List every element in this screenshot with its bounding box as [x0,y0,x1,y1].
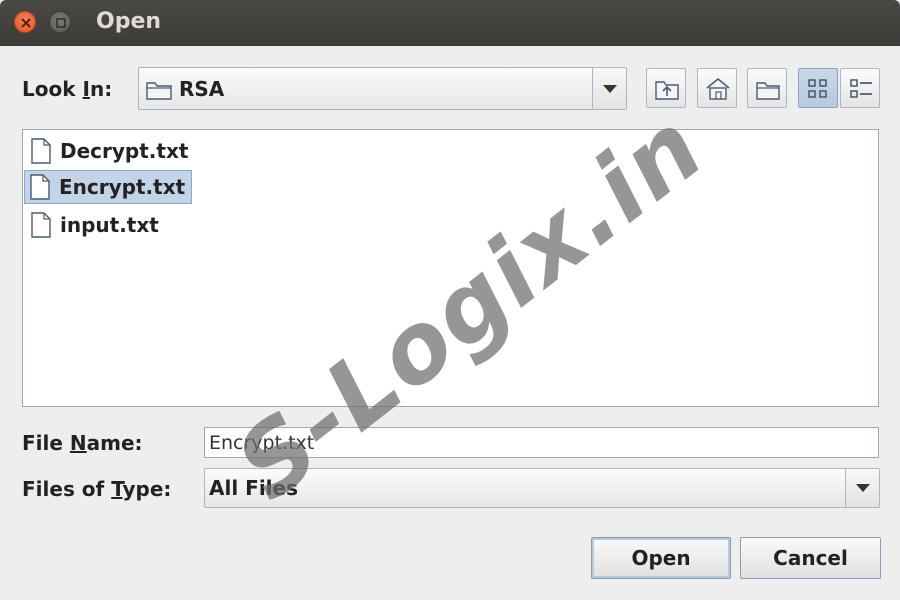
look-in-mnemonic: I [82,77,90,101]
look-in-label: Look In: [22,77,112,101]
list-view-button[interactable] [798,68,838,108]
file-icon [31,212,51,238]
close-button[interactable] [14,11,36,33]
list-view-icon [808,79,827,98]
files-of-type-label-part: ype: [122,477,172,501]
file-name: Decrypt.txt [60,139,189,163]
window-title: Open [96,9,162,34]
file-item-decrypt[interactable]: Decrypt.txt [26,134,194,168]
file-item-input[interactable]: input.txt [26,208,165,242]
file-name-mnemonic: N [69,431,87,455]
minimize-button[interactable] [49,11,71,33]
files-of-type-label-part: Files of [22,477,112,501]
files-of-type-value: All Files [209,476,298,500]
file-name-label-part: ame: [86,431,143,455]
title-bar: Open [0,0,900,46]
folder-icon [146,82,172,100]
cancel-button[interactable]: Cancel [740,537,881,579]
chevron-down-icon [856,484,870,492]
files-of-type-mnemonic: T [111,477,123,501]
file-name: Encrypt.txt [59,175,186,199]
file-name: input.txt [60,213,159,237]
file-name-label: File Name: [22,431,143,455]
file-item-encrypt[interactable]: Encrypt.txt [24,170,193,204]
open-button[interactable]: Open [591,537,731,579]
look-in-label-part: n: [89,77,113,101]
close-icon [21,18,31,28]
files-of-type-label: Files of Type: [22,477,171,501]
files-of-type-dropdown-button[interactable] [845,469,879,507]
look-in-value: RSA [179,77,225,101]
minimize-icon [56,18,66,28]
file-icon [30,174,50,200]
file-list[interactable]: Decrypt.txt Encrypt.txt input.txt [22,129,879,407]
up-one-level-button[interactable] [646,68,686,108]
look-in-label-part: Look [22,77,83,101]
new-folder-button[interactable] [747,68,787,108]
new-folder-icon [756,82,780,100]
folder-up-icon [655,81,679,100]
look-in-dropdown-button[interactable] [592,68,626,109]
home-button[interactable] [697,68,737,108]
file-icon [31,138,51,164]
look-in-combo[interactable]: RSA [138,67,627,110]
home-icon [706,77,730,100]
chevron-down-icon [603,84,617,93]
file-name-input[interactable] [204,427,879,458]
details-view-icon [850,79,872,98]
files-of-type-combo[interactable]: All Files [204,468,880,508]
details-view-button[interactable] [840,68,880,108]
file-name-label-part: File [22,431,70,455]
